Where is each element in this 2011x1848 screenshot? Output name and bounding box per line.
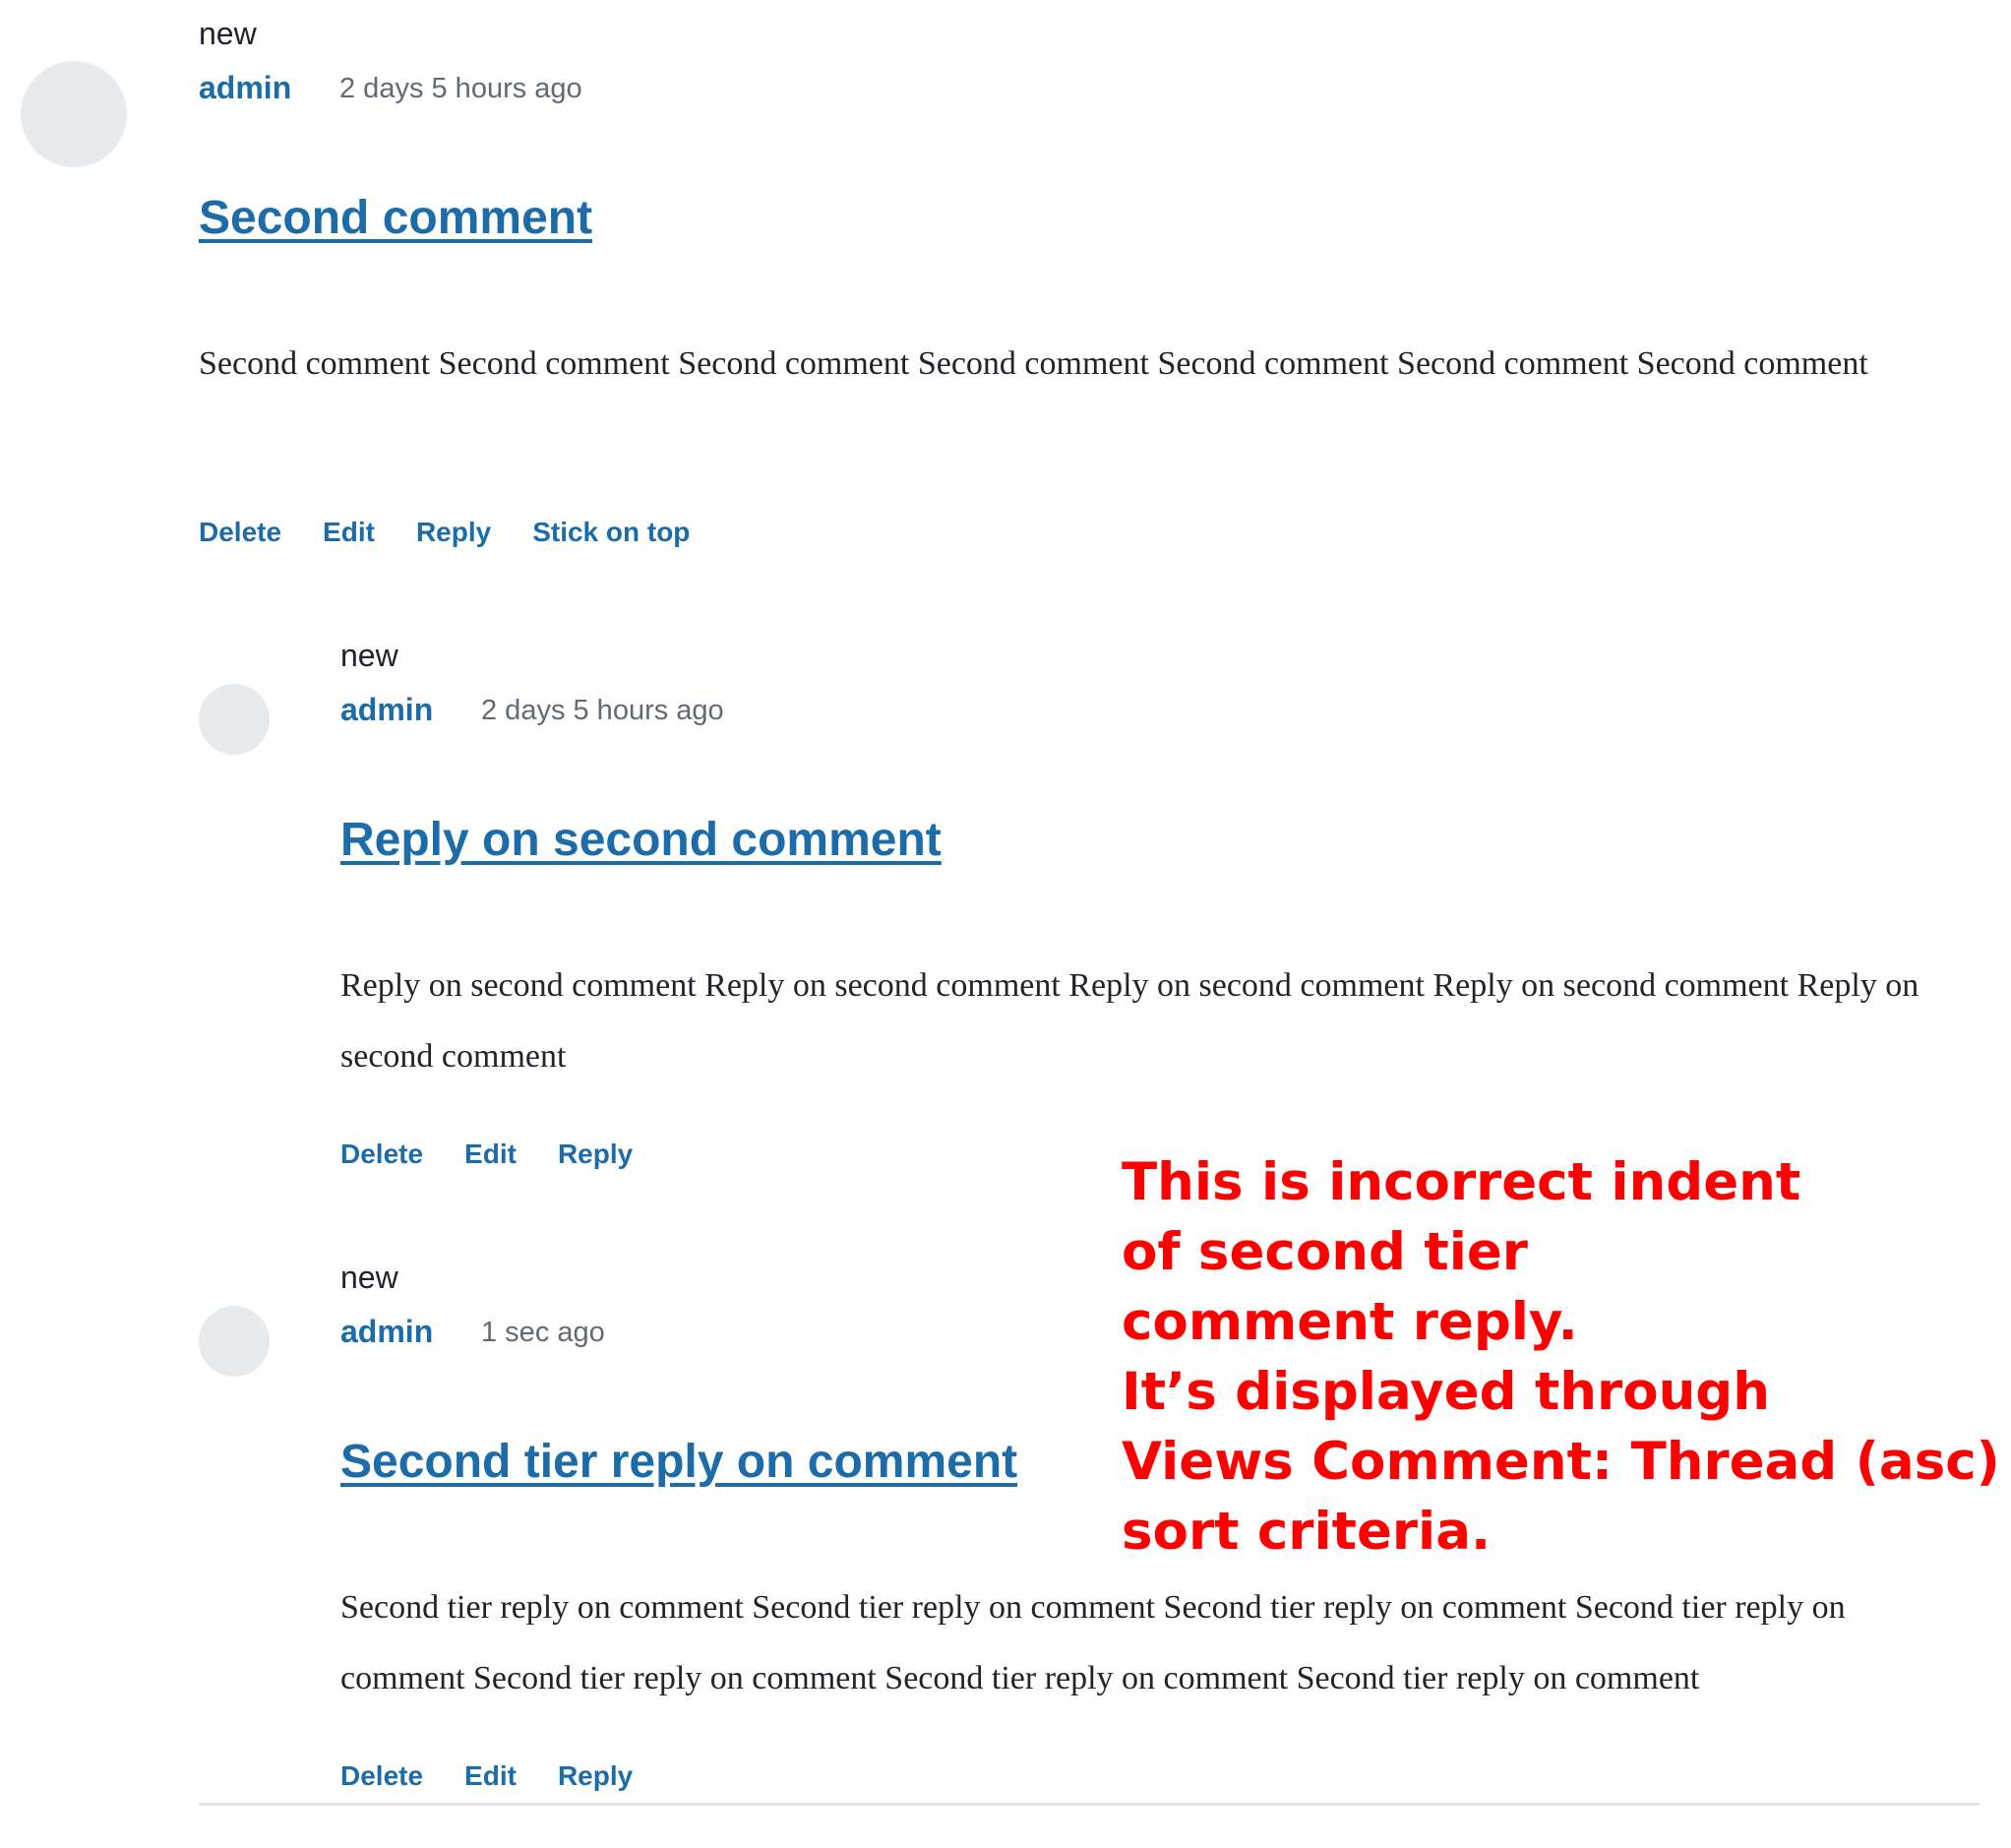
delete-link[interactable]: Delete xyxy=(340,1762,423,1790)
comment-body: Second tier reply on comment Second tier… xyxy=(340,1589,1846,1696)
comment-title-link[interactable]: Second comment xyxy=(199,195,592,242)
comment-body: Reply on second comment Reply on second … xyxy=(340,967,1920,1075)
edit-link[interactable]: Edit xyxy=(464,1762,517,1790)
reply-link[interactable]: Reply xyxy=(558,1762,633,1790)
avatar[interactable] xyxy=(199,684,270,755)
new-marker: new xyxy=(199,16,257,51)
comment-links: Delete Edit Reply xyxy=(340,1140,633,1168)
reply-link[interactable]: Reply xyxy=(416,519,491,546)
comments-divider xyxy=(199,1803,1980,1806)
new-marker: new xyxy=(340,1260,398,1295)
stick-on-top-link[interactable]: Stick on top xyxy=(532,519,690,546)
avatar[interactable] xyxy=(21,61,127,167)
comment-links: Delete Edit Reply xyxy=(340,1762,633,1790)
author-link[interactable]: admin xyxy=(340,1316,433,1347)
comment-timestamp: 2 days 5 hours ago xyxy=(481,695,724,726)
comment-timestamp: 1 sec ago xyxy=(481,1317,605,1348)
comment-1: new admin 2 days 5 hours ago Second comm… xyxy=(0,0,2011,590)
comment-body: Second comment Second comment Second com… xyxy=(199,345,1868,382)
comment-2: new admin 2 days 5 hours ago Reply on se… xyxy=(0,622,2011,1212)
author-link[interactable]: admin xyxy=(340,694,433,725)
new-marker: new xyxy=(340,638,398,673)
annotation-line: comment reply. xyxy=(1122,1292,1578,1352)
annotation-note: This is incorrect indent of second tier … xyxy=(1122,1147,2000,1567)
annotation-line: of second tier xyxy=(1122,1222,1528,1282)
comment-title-link[interactable]: Second tier reply on comment xyxy=(340,1439,1017,1486)
annotation-line: Views Comment: Thread (asc) xyxy=(1122,1432,2000,1492)
edit-link[interactable]: Edit xyxy=(323,519,375,546)
annotation-line: This is incorrect indent xyxy=(1122,1152,1801,1212)
author-link[interactable]: admin xyxy=(199,72,291,103)
avatar[interactable] xyxy=(199,1306,270,1377)
annotation-line: sort criteria. xyxy=(1122,1502,1492,1562)
comment-links: Delete Edit Reply Stick on top xyxy=(199,519,690,546)
delete-link[interactable]: Delete xyxy=(199,519,281,546)
delete-link[interactable]: Delete xyxy=(340,1140,423,1168)
reply-link[interactable]: Reply xyxy=(558,1140,633,1168)
annotation-line: It’s displayed through xyxy=(1122,1362,1770,1422)
edit-link[interactable]: Edit xyxy=(464,1140,517,1168)
comment-timestamp: 2 days 5 hours ago xyxy=(339,73,582,104)
comment-title-link[interactable]: Reply on second comment xyxy=(340,817,942,864)
